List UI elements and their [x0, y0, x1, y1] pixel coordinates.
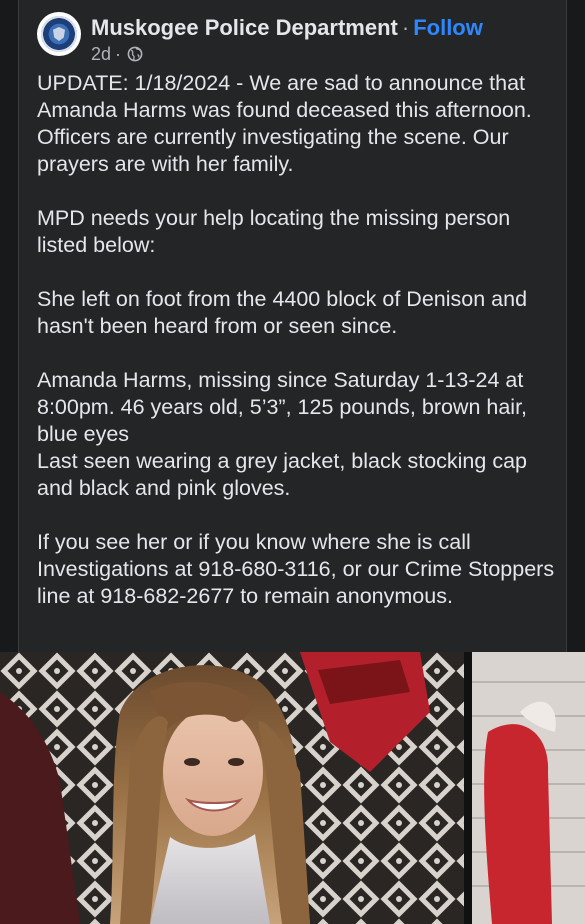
post-card: Muskogee Police Department · Follow 2d · U… [18, 0, 567, 652]
post-timestamp[interactable]: 2d [91, 43, 111, 65]
post-body-text: UPDATE: 1/18/2024 - We are sad to announ… [37, 71, 555, 608]
page-avatar[interactable] [37, 12, 81, 56]
post-header: Muskogee Police Department · Follow [91, 14, 483, 42]
meta-separator: · [115, 44, 122, 64]
header-separator: · [401, 15, 410, 40]
post-photo[interactable] [0, 652, 585, 924]
follow-button[interactable]: Follow [413, 15, 483, 40]
page-name-link[interactable]: Muskogee Police Department [91, 15, 398, 40]
globe-icon [127, 46, 143, 62]
police-badge-icon [41, 16, 77, 52]
missing-person-photo [0, 652, 585, 924]
post-meta: 2d · [91, 43, 143, 65]
